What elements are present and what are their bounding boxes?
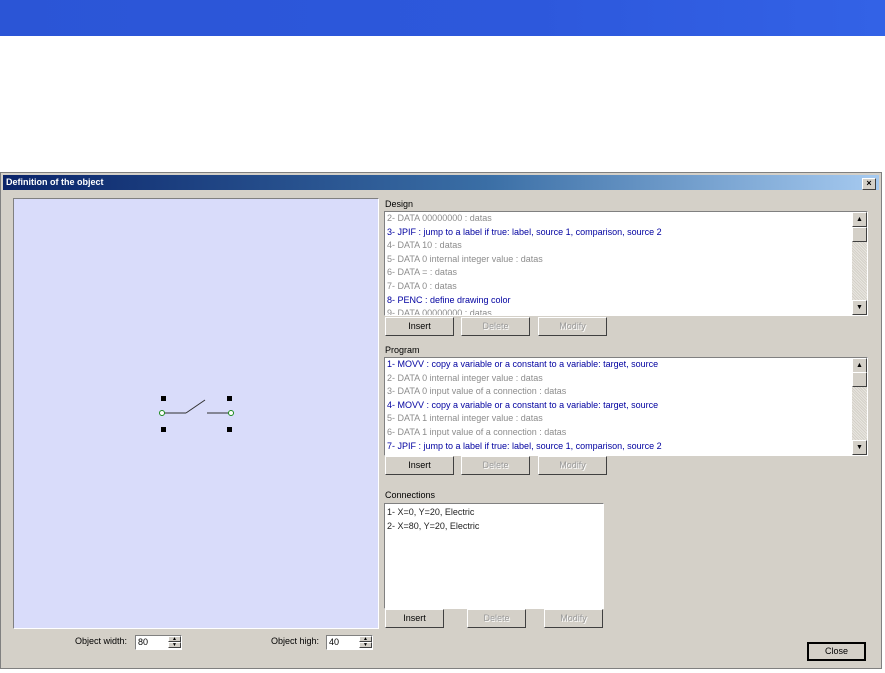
design-list-item[interactable]: 8- PENC : define drawing color <box>385 294 867 308</box>
scroll-down-icon[interactable]: ▼ <box>852 440 867 455</box>
scroll-up-icon[interactable]: ▲ <box>852 358 867 373</box>
design-list-item[interactable]: 4- DATA 10 : datas <box>385 239 867 253</box>
definition-dialog: Definition of the object × Object width:… <box>0 172 882 669</box>
spin-down-icon[interactable]: ▼ <box>168 642 181 648</box>
program-list[interactable]: 1- MOVV : copy a variable or a constant … <box>384 357 868 456</box>
design-list-item[interactable]: 6- DATA = : datas <box>385 266 867 280</box>
spin-down-icon[interactable]: ▼ <box>359 642 372 648</box>
connections-list[interactable]: 1- X=0, Y=20, Electric 2- X=80, Y=20, Ele… <box>384 503 604 609</box>
connections-label: Connections <box>385 490 436 500</box>
resize-handle-top-right[interactable] <box>227 396 232 401</box>
object-width-spinner[interactable]: 80 ▲ ▼ <box>135 635 182 650</box>
design-label: Design <box>385 199 414 209</box>
program-list-item[interactable]: 7- JPIF : jump to a label if true: label… <box>385 440 867 454</box>
connection-list-item[interactable]: 2- X=80, Y=20, Electric <box>385 520 603 534</box>
close-icon[interactable]: × <box>862 178 876 190</box>
design-list-item[interactable]: 2- DATA 00000000 : datas <box>385 212 867 226</box>
close-button[interactable]: Close <box>807 642 866 661</box>
program-delete-button[interactable]: Delete <box>461 456 530 475</box>
top-banner <box>0 0 885 36</box>
object-width-label: Object width: <box>75 636 128 646</box>
scroll-down-icon[interactable]: ▼ <box>852 300 867 315</box>
design-list-item[interactable]: 3- JPIF : jump to a label if true: label… <box>385 226 867 240</box>
object-canvas[interactable] <box>13 198 379 629</box>
design-list[interactable]: 2- DATA 00000000 : datas 3- JPIF : jump t… <box>384 211 868 316</box>
design-delete-button[interactable]: Delete <box>461 317 530 336</box>
dialog-titlebar: Definition of the object × <box>3 175 879 190</box>
switch-symbol <box>159 399 234 416</box>
resize-handle-bottom-left[interactable] <box>161 427 166 432</box>
program-list-item[interactable]: 2- DATA 0 internal integer value : datas <box>385 372 867 386</box>
object-height-value: 40 <box>329 637 340 647</box>
design-list-item[interactable]: 9- DATA 00000000 : datas <box>385 307 867 315</box>
dialog-title: Definition of the object <box>6 177 104 187</box>
program-list-item[interactable]: 6- DATA 1 input value of a connection : … <box>385 426 867 440</box>
program-modify-button[interactable]: Modify <box>538 456 607 475</box>
design-insert-button[interactable]: Insert <box>385 317 454 336</box>
program-list-item[interactable]: 3- DATA 0 input value of a connection : … <box>385 385 867 399</box>
program-list-item[interactable]: 5- DATA 1 internal integer value : datas <box>385 412 867 426</box>
connections-insert-button[interactable]: Insert <box>385 609 444 628</box>
scroll-thumb[interactable] <box>852 372 867 387</box>
object-width-value: 80 <box>138 637 149 647</box>
design-scrollbar[interactable]: ▲ ▼ <box>852 212 867 315</box>
program-scrollbar[interactable]: ▲ ▼ <box>852 358 867 455</box>
program-list-item[interactable]: 1- MOVV : copy a variable or a constant … <box>385 358 867 372</box>
program-insert-button[interactable]: Insert <box>385 456 454 475</box>
resize-handle-bottom-right[interactable] <box>227 427 232 432</box>
resize-handle-top-left[interactable] <box>161 396 166 401</box>
object-height-label: Object high: <box>271 636 320 646</box>
scroll-up-icon[interactable]: ▲ <box>852 212 867 227</box>
design-list-item[interactable]: 7- DATA 0 : datas <box>385 280 867 294</box>
program-list-item[interactable]: 4- MOVV : copy a variable or a constant … <box>385 399 867 413</box>
connections-modify-button[interactable]: Modify <box>544 609 603 628</box>
design-list-item[interactable]: 5- DATA 0 internal integer value : datas <box>385 253 867 267</box>
connections-delete-button[interactable]: Delete <box>467 609 526 628</box>
connection-list-item[interactable]: 1- X=0, Y=20, Electric <box>385 506 603 520</box>
scroll-thumb[interactable] <box>852 227 867 242</box>
program-label: Program <box>385 345 420 355</box>
object-height-spinner[interactable]: 40 ▲ ▼ <box>326 635 373 650</box>
design-modify-button[interactable]: Modify <box>538 317 607 336</box>
